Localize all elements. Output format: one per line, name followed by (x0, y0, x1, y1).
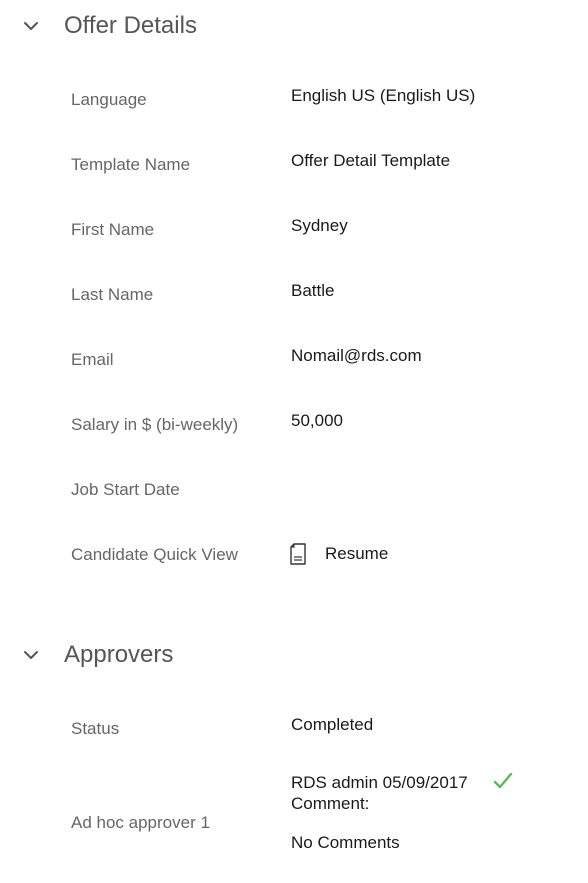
template-name-label: Template Name (71, 155, 191, 174)
document-icon[interactable] (290, 543, 306, 565)
language-value: English US (English US) (291, 86, 476, 105)
resume-link[interactable]: Resume (290, 541, 388, 567)
candidate-quick-view-label: Candidate Quick View (71, 545, 238, 564)
first-name-label: First Name (71, 220, 155, 239)
last-name-value: Battle (291, 281, 335, 300)
template-name-value: Offer Detail Template (291, 151, 451, 170)
email-label: Email (71, 350, 114, 369)
resume-link-label[interactable]: Resume (325, 544, 388, 564)
approver-1-name-date: RDS admin 05/09/2017 (291, 773, 468, 792)
email-value: Nomail@rds.com (291, 346, 422, 365)
status-label: Status (71, 719, 120, 738)
approver-1-comment: No Comments (291, 833, 400, 852)
approvers-header[interactable]: Approvers (0, 635, 588, 675)
offer-details-header[interactable]: Offer Details (0, 6, 588, 46)
offer-details-title: Offer Details (64, 12, 197, 39)
chevron-down-icon[interactable] (22, 646, 40, 664)
chevron-down-icon[interactable] (22, 17, 40, 35)
approver-1-comment-label: Comment: (291, 794, 370, 813)
salary-label: Salary in $ (bi-weekly) (71, 415, 239, 434)
job-start-date-label: Job Start Date (71, 480, 180, 499)
status-value: Completed (291, 715, 374, 734)
last-name-label: Last Name (71, 285, 154, 304)
salary-value: 50,000 (291, 411, 343, 430)
first-name-value: Sydney (291, 216, 348, 235)
checkmark-icon (493, 772, 513, 789)
approver-1-label: Ad hoc approver 1 (71, 813, 210, 832)
language-label: Language (71, 90, 147, 109)
approvers-title: Approvers (64, 641, 174, 668)
